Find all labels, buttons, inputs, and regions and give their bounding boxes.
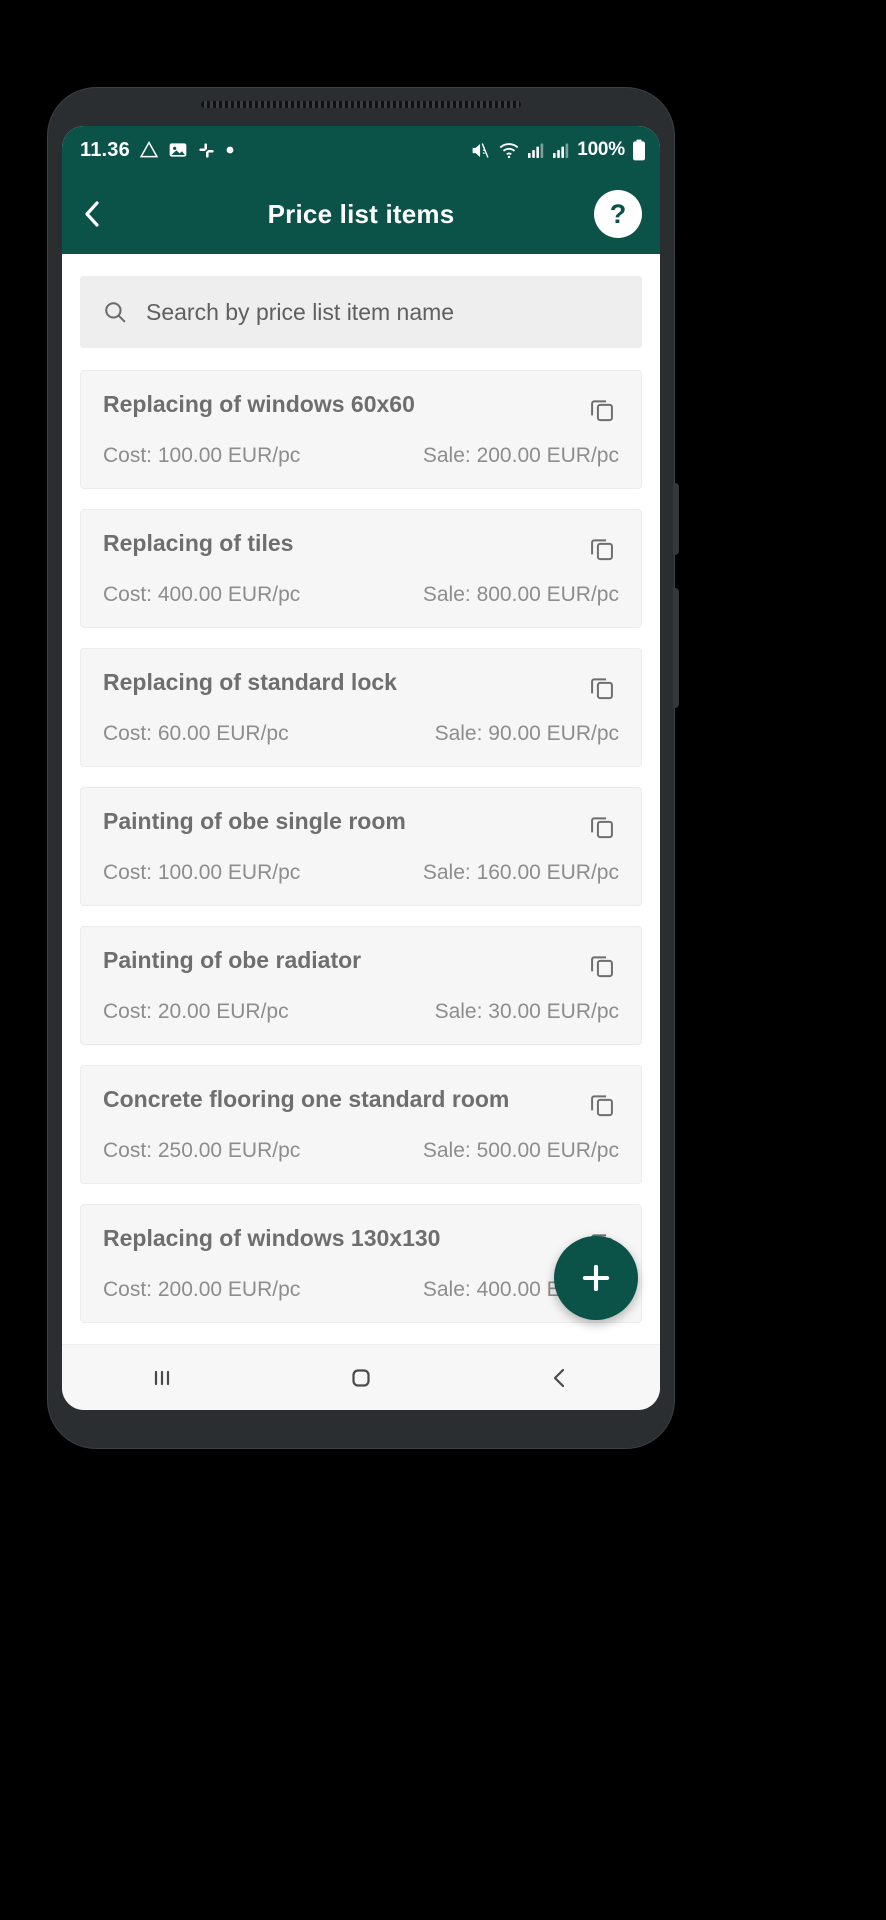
home-icon[interactable]	[321, 1345, 401, 1411]
list-item-sale: Sale: 90.00 EUR/pc	[434, 722, 619, 745]
status-clock: 11.36	[80, 138, 130, 161]
list-item-title: Concrete flooring one standard room	[103, 1086, 510, 1112]
list-item-header: Painting of obe radiator	[103, 947, 619, 982]
list-item-sale: Sale: 500.00 EUR/pc	[422, 1139, 619, 1162]
copy-icon[interactable]	[585, 670, 619, 704]
list-item-header: Replacing of windows 130x130	[103, 1225, 619, 1260]
list-item-title: Replacing of windows 60x60	[103, 391, 415, 417]
photos-icon	[168, 140, 188, 160]
back-button[interactable]	[80, 192, 124, 236]
side-button-power[interactable]	[673, 588, 679, 708]
list-item-title: Painting of obe single room	[103, 808, 406, 834]
list-item-cost: Cost: 400.00 EUR/pc	[103, 583, 301, 606]
list-item-title: Replacing of standard lock	[103, 669, 397, 695]
list-item-cost: Cost: 250.00 EUR/pc	[103, 1139, 301, 1162]
signal-1-icon	[527, 141, 545, 159]
list-item-cost: Cost: 60.00 EUR/pc	[103, 722, 289, 745]
recents-icon[interactable]	[122, 1345, 202, 1411]
price-list-items: Replacing of windows 60x60 Cost: 100.00 E…	[80, 370, 642, 1323]
list-item-header: Replacing of tiles	[103, 530, 619, 565]
list-item-sale: Sale: 30.00 EUR/pc	[434, 1000, 619, 1023]
wifi-icon	[498, 139, 520, 161]
list-item-prices: Cost: 60.00 EUR/pc Sale: 90.00 EUR/pc	[103, 722, 619, 746]
mute-icon	[470, 140, 491, 161]
signal-2-icon	[552, 141, 570, 159]
add-item-fab[interactable]	[554, 1236, 638, 1320]
copy-icon[interactable]	[585, 948, 619, 982]
phone-frame: 11.36 100% Price list items ? Search by …	[48, 88, 679, 1448]
list-item-prices: Cost: 400.00 EUR/pc Sale: 800.00 EUR/pc	[103, 583, 619, 607]
list-item[interactable]: Replacing of tiles Cost: 400.00 EUR/pc Sal…	[80, 509, 642, 628]
list-item-prices: Cost: 20.00 EUR/pc Sale: 30.00 EUR/pc	[103, 1000, 619, 1024]
phone-screen: 11.36 100% Price list items ? Search by …	[62, 126, 660, 1410]
list-item-header: Painting of obe single room	[103, 808, 619, 843]
list-item[interactable]: Painting of obe radiator Cost: 20.00 EUR/…	[80, 926, 642, 1045]
content-area: Search by price list item name Replacing…	[62, 254, 660, 1344]
list-item-sale: Sale: 800.00 EUR/pc	[422, 583, 619, 606]
list-item-cost: Cost: 100.00 EUR/pc	[103, 444, 301, 467]
battery-percent-label: 100%	[577, 139, 625, 160]
list-item-prices: Cost: 250.00 EUR/pc Sale: 500.00 EUR/pc	[103, 1139, 619, 1163]
status-bar-right: 100%	[470, 139, 646, 161]
page-title: Price list items	[267, 198, 455, 229]
list-item-sale: Sale: 200.00 EUR/pc	[422, 444, 619, 467]
back-icon[interactable]	[520, 1345, 600, 1411]
help-button[interactable]: ?	[594, 190, 642, 238]
search-input[interactable]: Search by price list item name	[80, 276, 642, 348]
copy-icon[interactable]	[585, 392, 619, 426]
dot-icon	[225, 145, 235, 155]
list-item-header: Replacing of standard lock	[103, 669, 619, 704]
list-item-title: Replacing of tiles	[103, 530, 294, 556]
copy-icon[interactable]	[585, 1087, 619, 1121]
list-item[interactable]: Concrete flooring one standard room Cost:…	[80, 1065, 642, 1184]
search-placeholder: Search by price list item name	[146, 298, 455, 325]
list-item[interactable]: Painting of obe single room Cost: 100.00 …	[80, 787, 642, 906]
list-item-prices: Cost: 200.00 EUR/pc Sale: 400.00 EUR/pc	[103, 1278, 619, 1302]
list-item-cost: Cost: 200.00 EUR/pc	[103, 1278, 301, 1301]
list-item-prices: Cost: 100.00 EUR/pc Sale: 160.00 EUR/pc	[103, 861, 619, 885]
list-item-header: Concrete flooring one standard room	[103, 1086, 619, 1121]
battery-icon	[632, 139, 646, 161]
app-bar: Price list items ?	[62, 174, 660, 254]
list-item-header: Replacing of windows 60x60	[103, 391, 619, 426]
list-item-sale: Sale: 160.00 EUR/pc	[422, 861, 619, 884]
drive-icon	[139, 140, 159, 160]
copy-icon[interactable]	[585, 531, 619, 565]
slack-icon	[197, 141, 216, 160]
list-item[interactable]: Replacing of standard lock Cost: 60.00 EU…	[80, 648, 642, 767]
list-item[interactable]: Replacing of windows 60x60 Cost: 100.00 E…	[80, 370, 642, 489]
search-icon	[102, 299, 128, 325]
list-item-title: Replacing of windows 130x130	[103, 1225, 441, 1251]
list-item-cost: Cost: 20.00 EUR/pc	[103, 1000, 289, 1023]
status-bar: 11.36 100%	[62, 126, 660, 174]
status-bar-left: 11.36	[80, 139, 235, 162]
system-nav-bar	[62, 1344, 660, 1410]
list-item-prices: Cost: 100.00 EUR/pc Sale: 200.00 EUR/pc	[103, 444, 619, 468]
list-item-title: Painting of obe radiator	[103, 947, 362, 973]
copy-icon[interactable]	[585, 809, 619, 843]
list-item-cost: Cost: 100.00 EUR/pc	[103, 861, 301, 884]
side-button-volume[interactable]	[673, 483, 679, 555]
